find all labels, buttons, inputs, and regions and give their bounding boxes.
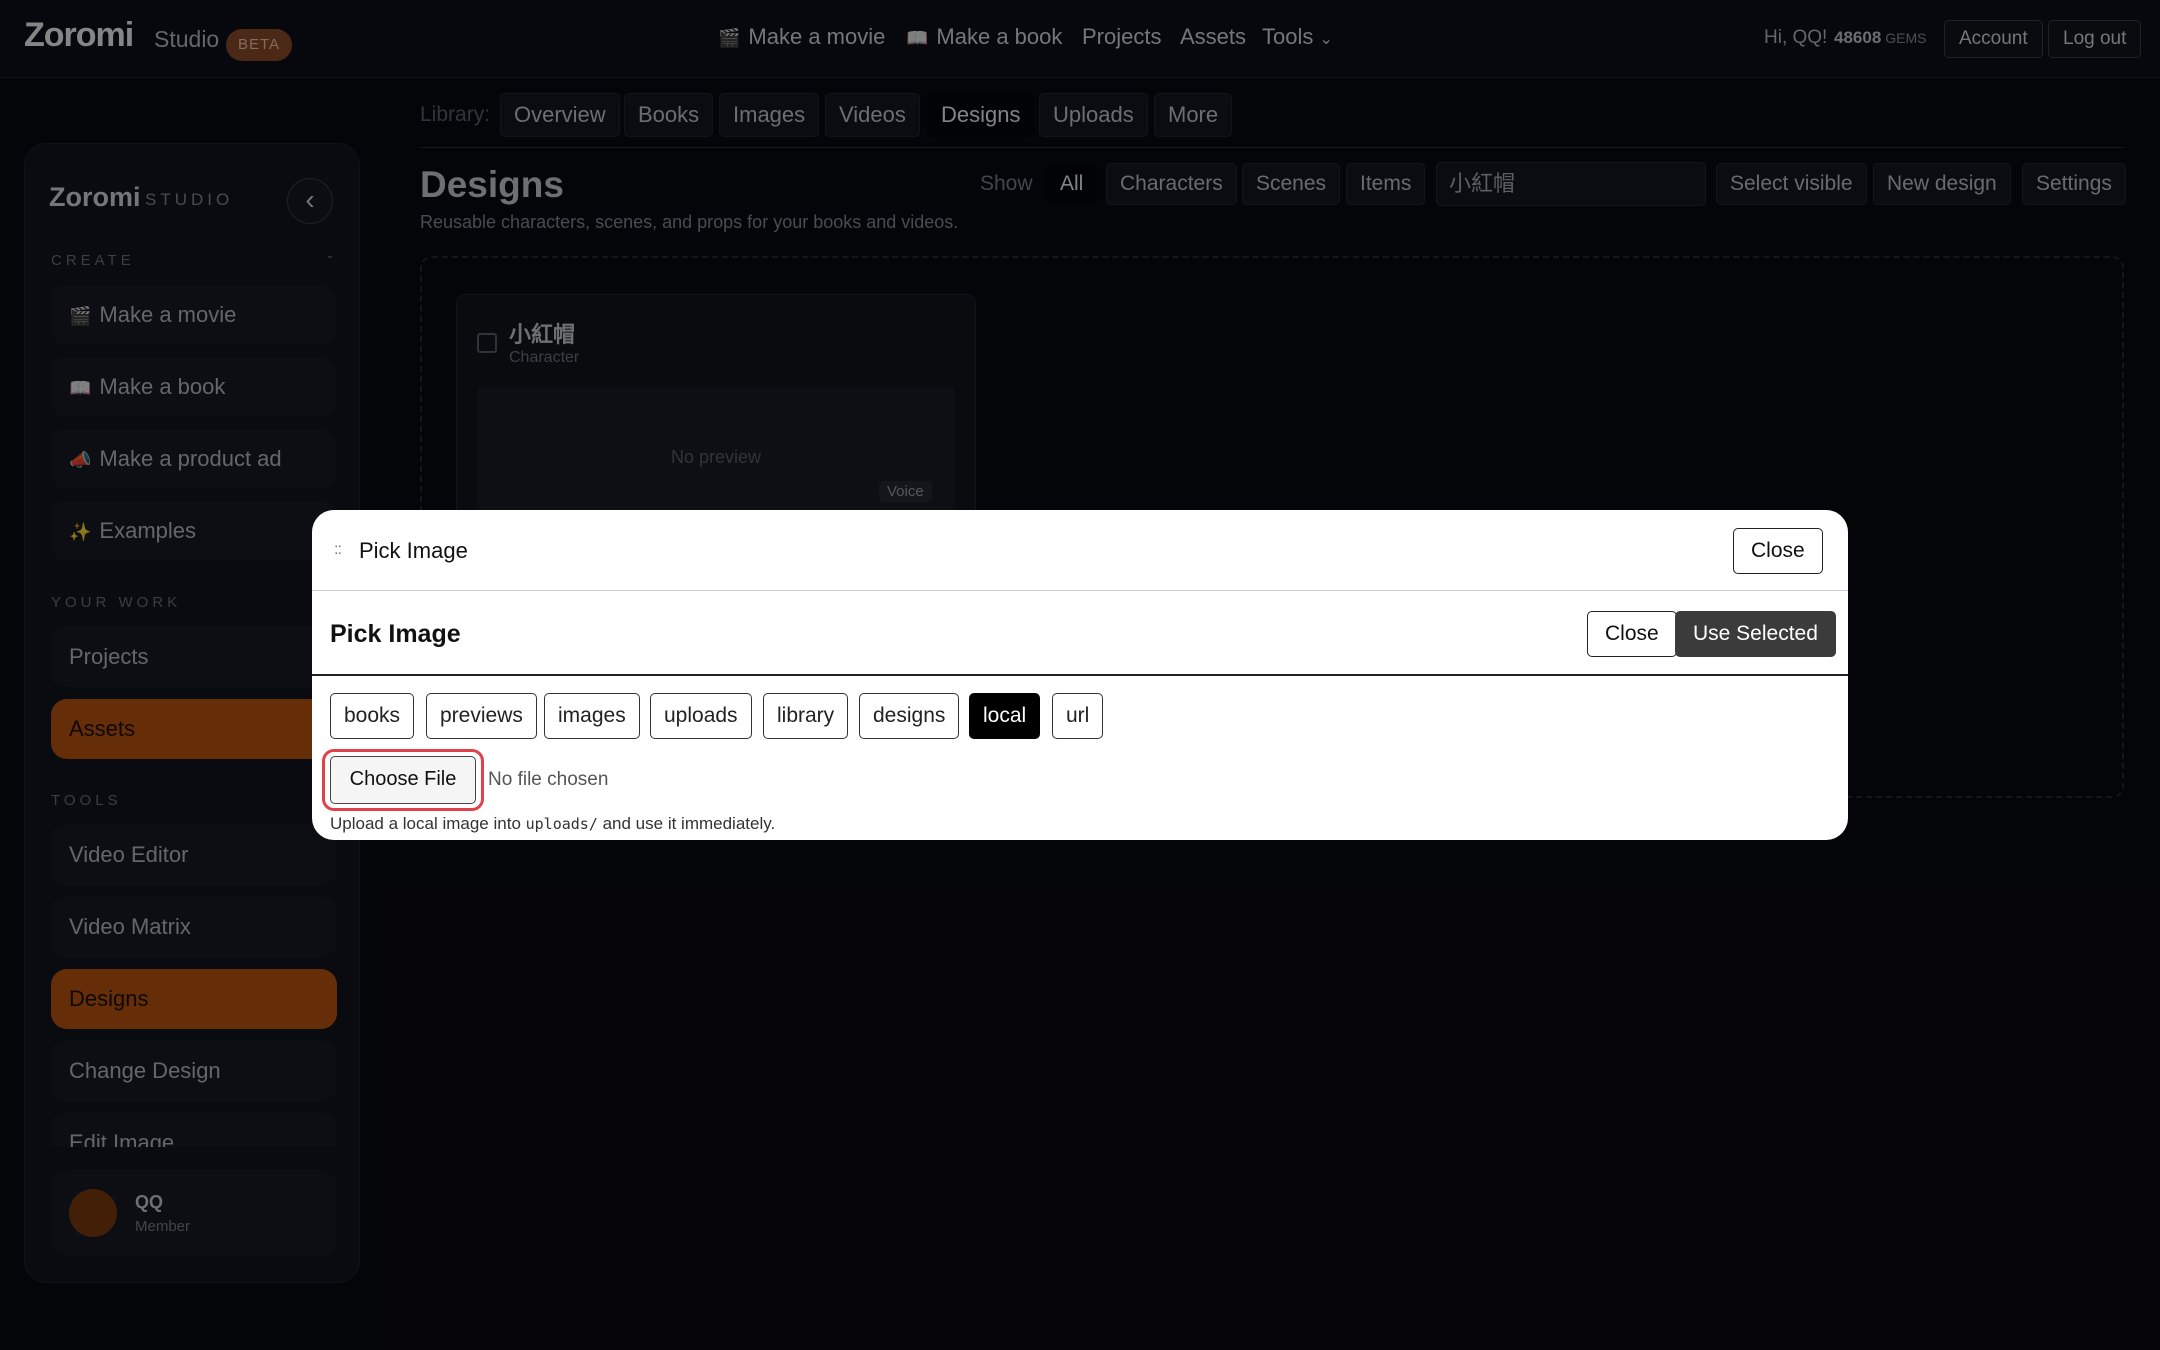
dialog-header: :: Pick Image Close (312, 510, 1848, 591)
dialog-title: Pick Image (359, 538, 468, 563)
source-images[interactable]: images (544, 693, 640, 739)
picker-divider (312, 674, 1848, 676)
source-designs[interactable]: designs (859, 693, 960, 739)
source-local[interactable]: local (969, 693, 1041, 739)
source-previews[interactable]: previews (426, 693, 537, 739)
upload-hint-path: uploads/ (525, 815, 598, 833)
dialog-close-button[interactable]: Close (1733, 528, 1823, 574)
use-selected-button[interactable]: Use Selected (1675, 611, 1836, 657)
drag-handle-icon[interactable]: :: (334, 541, 342, 559)
upload-hint-text-end: and use it immediately. (597, 814, 776, 833)
picker-close-button[interactable]: Close (1587, 611, 1677, 657)
source-library[interactable]: library (763, 693, 849, 739)
no-file-chosen-text: No file chosen (488, 769, 609, 790)
choose-file-button[interactable]: Choose File (330, 756, 476, 804)
source-books[interactable]: books (330, 693, 415, 739)
source-url[interactable]: url (1052, 693, 1104, 739)
upload-hint-text: Upload a local image into (330, 814, 526, 833)
upload-hint: Upload a local image into uploads/ and u… (330, 814, 775, 834)
picker-title: Pick Image (330, 620, 461, 648)
source-uploads[interactable]: uploads (650, 693, 752, 739)
pick-image-dialog: :: Pick Image Close Pick Image Close Use… (312, 510, 1848, 840)
